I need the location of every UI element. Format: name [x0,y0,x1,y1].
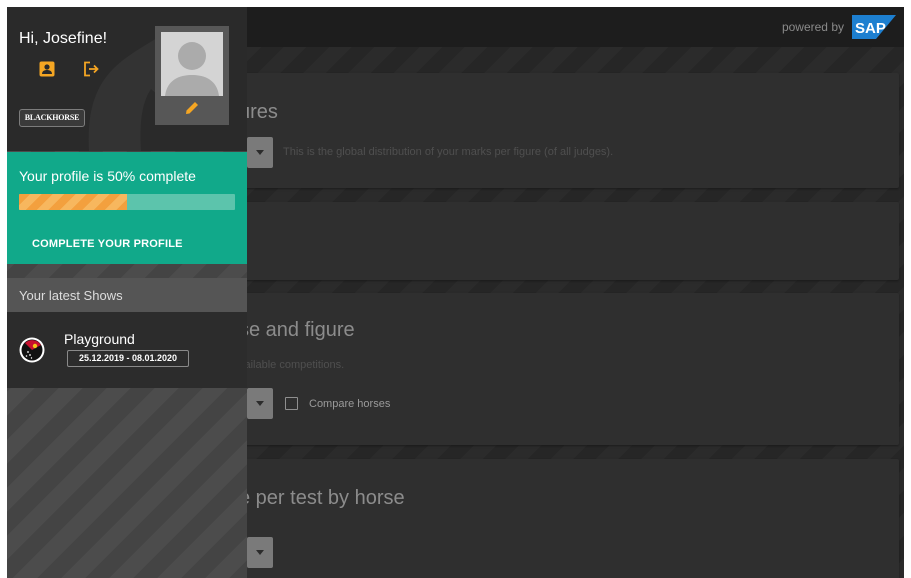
compare-horses-label: Compare horses [309,398,391,410]
latest-shows-title: Your latest Shows [19,288,123,303]
show-logo-icon [19,337,45,363]
complete-profile-button[interactable]: COMPLETE YOUR PROFILE [32,238,183,250]
list-item[interactable]: Playground 25.12.2019 - 08.01.2020 [7,312,247,388]
card-chart [225,202,899,280]
progress-bar-fill [19,194,127,210]
blackhorse-brand-badge: BLACKHORSE [19,109,85,127]
latest-shows-header: Your latest Shows [7,278,247,312]
chevron-down-icon [256,150,264,155]
show-dates-badge: 25.12.2019 - 08.01.2020 [67,350,189,367]
card-horse-figure: se and figure vailable competitions. Com… [225,293,899,445]
pencil-icon[interactable] [183,99,201,117]
svg-text:SAP: SAP [855,20,886,37]
show-name: Playground [64,331,135,347]
card-title: se and figure [239,319,355,341]
progress-bar [19,194,235,210]
person-silhouette-icon [155,26,229,106]
chevron-down-icon [256,401,264,406]
card-test-horse: e per test by horse [225,459,899,578]
greeting-text: Hi, Josefine! [19,30,108,47]
chevron-down-icon [256,550,264,555]
app-window: ures This is the global distribution of … [7,7,904,578]
account-box-icon[interactable] [38,60,56,78]
logout-icon[interactable] [82,60,100,78]
sidebar: Hi, Josefine! BLACKHORSE Your profile is… [7,7,247,578]
profile-progress-panel: Your profile is 50% complete COMPLETE YO… [7,152,247,264]
profile-panel: Hi, Josefine! BLACKHORSE [7,7,247,151]
compare-horses-checkbox[interactable] [285,397,298,410]
powered-by-text: powered by [781,20,844,34]
card-title: e per test by horse [239,487,405,509]
card-description: vailable competitions. [239,359,345,371]
test-dropdown[interactable] [247,537,273,568]
sap-logo: SAP [852,15,896,39]
card-figures: ures This is the global distribution of … [225,73,899,188]
card-description: This is the global distribution of your … [283,146,614,158]
progress-text: Your profile is 50% complete [19,168,196,184]
horse-dropdown[interactable] [247,388,273,419]
figure-dropdown[interactable] [247,137,273,168]
